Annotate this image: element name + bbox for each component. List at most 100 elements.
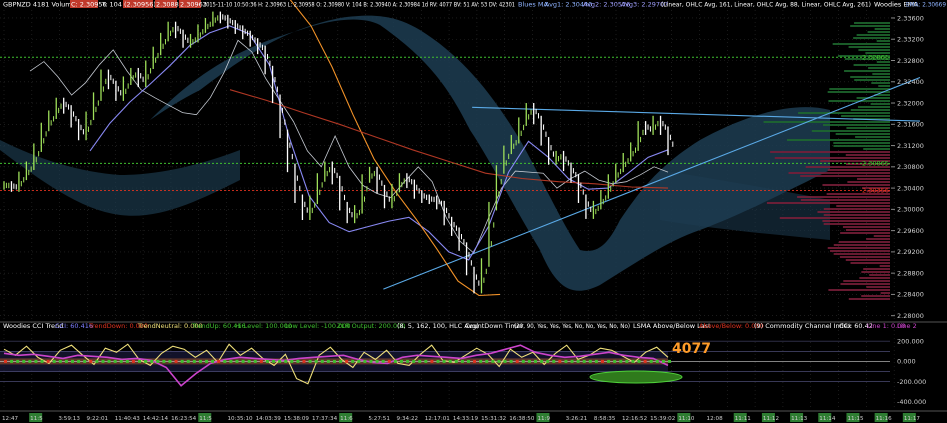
cci-trend-dot [588, 359, 592, 363]
cci-trend-dot [479, 359, 483, 363]
cci-trend-dot [10, 359, 14, 363]
cci-trend-dot [131, 359, 135, 363]
volume-bar [797, 196, 890, 198]
volume-bar [868, 67, 890, 69]
cci-trend-dot [497, 359, 501, 363]
cci-trend-dot [381, 359, 385, 363]
cci-trend-dot [77, 359, 81, 363]
x-tick-label: 14:33:19 [453, 416, 479, 422]
cci-trend-dot [259, 359, 263, 363]
volume-bar [846, 127, 890, 129]
x-tick-label: 11:14 [819, 416, 836, 422]
volume-bar [863, 268, 890, 270]
volume-bar [798, 112, 890, 114]
x-tick-label: 14:42:14 [143, 416, 169, 422]
cci-trend-dot [533, 359, 537, 363]
volume-bar [788, 172, 890, 174]
cci-trend-dot [649, 359, 653, 363]
cci-trend-dot [229, 359, 233, 363]
y-tick-label: 2.28400 [897, 291, 924, 299]
volume-bar [850, 76, 890, 78]
x-tick-label: 11:16 [876, 416, 893, 422]
volume-bar [770, 151, 890, 153]
cci-trend-dot [284, 359, 288, 363]
volume-bar [845, 259, 890, 261]
cci-trend-dot [180, 359, 184, 363]
countdown-params: (20, 90, Yes, Yes, Yes, No, No, Yes, No,… [514, 322, 630, 330]
cci-name: (9) Commodity Channel Index [754, 322, 852, 330]
x-tick-label: 11:5 [30, 416, 43, 422]
cci-trend-dot [521, 359, 525, 363]
volume-bar [850, 262, 890, 264]
cci-trend-dot [558, 359, 562, 363]
price-tag-label: 2.30356 [862, 187, 889, 195]
cci-trend-dot [119, 359, 123, 363]
cci-trend-dot [570, 359, 574, 363]
cci-value: CCI: 60.416 [55, 322, 93, 330]
bar-info: 2015-11-10 10:50:36 H: 2.30963 L: 2.3095… [203, 1, 515, 9]
volume-bar [823, 214, 890, 216]
volume-bar [863, 148, 890, 150]
cci-tick-label: -400.000 [897, 398, 926, 406]
cci-trend-dot [52, 359, 56, 363]
cci-trend-dot [527, 359, 531, 363]
cci-trend-dot [138, 359, 142, 363]
red-badge-2: 2.30881 [156, 1, 183, 9]
cci-trend-dot [272, 359, 276, 363]
volume-bar [873, 235, 890, 237]
cci-trend-dot [4, 359, 7, 363]
chart-header: GBPNZD 4181 Volume #2 C: 2.30956 T: 104 … [3, 0, 946, 9]
cci-trend-dot [503, 359, 507, 363]
volume-bar [838, 241, 890, 243]
tick-label: T: 104 [101, 1, 122, 9]
cci-trend-dot [235, 359, 239, 363]
x-tick-label: 12:16:52 [622, 416, 647, 422]
y-tick-label: 2.33200 [897, 36, 924, 44]
volume-bar [836, 205, 890, 207]
cci-trend-dot [71, 359, 75, 363]
cci-trend-dot [351, 359, 355, 363]
cci-trend-dot [363, 359, 367, 363]
y-tick-label: 2.32400 [897, 78, 924, 86]
cci-trend-dot [34, 359, 38, 363]
cci-tick-label: 0.000 [897, 358, 916, 366]
volume-bar [833, 244, 890, 246]
cci-trend-dot [473, 359, 477, 363]
cci-trend-dot [600, 359, 604, 363]
x-tick-label: 16:38:50 [509, 416, 535, 422]
volume-bar [850, 25, 890, 27]
volume-bar [823, 208, 890, 210]
cci-trend-dot [22, 359, 26, 363]
volume-bar [853, 64, 890, 66]
cci-trend-dot [101, 359, 105, 363]
cci-trend-dot [607, 359, 611, 363]
volume-bar [869, 274, 890, 276]
x-tick-label: 11:40:43 [115, 416, 141, 422]
x-tick-label: 11:5 [199, 416, 212, 422]
volume-bar [766, 202, 890, 204]
volume-bar [874, 28, 890, 30]
volume-bar [832, 43, 890, 45]
trading-chart: 2.33600 2.33200 2.32800 2.32400 2.32000 2.316… [0, 0, 947, 423]
volume-bar [871, 82, 890, 84]
cci-trend-dot [357, 359, 361, 363]
x-tick-label: 11:11 [735, 416, 752, 422]
x-tick-label: 17:37:34 [312, 416, 338, 422]
volume-bar [822, 220, 890, 222]
volume-bar [835, 133, 890, 135]
volume-bar [870, 103, 890, 105]
volume-bar [880, 292, 890, 294]
volume-bar [840, 283, 890, 285]
x-tick-label: 15:38:09 [284, 416, 310, 422]
x-tick-label: 12:08 [707, 416, 724, 422]
x-tick-label: 12:47 [2, 416, 19, 422]
cci-trend-dot [631, 359, 635, 363]
period-label: 4181 [33, 1, 50, 9]
line2-label: Line 2 [897, 322, 917, 330]
cci-trend-dot [619, 359, 623, 363]
cci-trend-dot [223, 359, 227, 363]
cci-trend-dot [576, 359, 580, 363]
cci-trend-dot [64, 359, 68, 363]
volume-bar [876, 40, 890, 42]
cci-trend-dot [302, 359, 306, 363]
